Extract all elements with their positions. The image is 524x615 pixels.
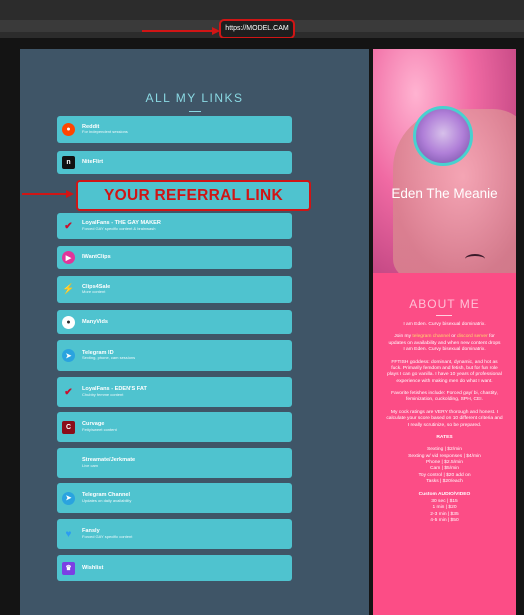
about-bio: FFTISH goddess: dominant, dynamic, and h…	[387, 359, 502, 384]
telegram-channel-link[interactable]: telegram channel	[412, 334, 450, 339]
about-fetishes: Favorite fetishes include: Forced gay/ b…	[391, 391, 498, 403]
rates-heading: RATES	[436, 434, 453, 440]
link-subtitle: Forced GAY specific content & brainwash	[82, 225, 156, 231]
iwantclips-icon: ▶	[62, 251, 75, 264]
join-prefix: Join my	[394, 334, 412, 340]
referral-link-button[interactable]: YOUR REFERRAL LINK	[76, 180, 311, 211]
telegram-icon: ➤	[62, 491, 75, 505]
link-button-telegram-id[interactable]: ➤ Telegram ID Sexting, phone, cam session…	[57, 340, 292, 371]
link-subtitle: Live cam	[82, 462, 99, 468]
niteflirt-icon: n	[62, 156, 75, 169]
link-title: Wishlist	[82, 564, 104, 571]
link-button-wishlist[interactable]: ♛ Wishlist	[57, 555, 292, 581]
profile-panel: Eden The Meanie ABOUT ME I am Eden. Curv…	[373, 49, 516, 615]
link-subtitle: For independent sessions	[82, 129, 128, 135]
url-address-field[interactable]: https://MODEL.CAM	[219, 19, 295, 39]
clips4sale-icon: ⚡	[62, 284, 75, 295]
link-subtitle: Chubby femme content	[82, 391, 124, 397]
link-subtitle: Updates on daily availability	[82, 497, 132, 503]
link-subtitle: Fetty/sweet content	[82, 426, 117, 432]
about-cock-ratings: My cock ratings are VERY thorough and ho…	[386, 409, 503, 428]
link-button-loyalfans-edens-fat[interactable]: ✔ LoyalFans - EDEN'S FAT Chubby femme con…	[57, 377, 292, 407]
link-title: IWantClips	[82, 254, 111, 261]
link-button-manyvids[interactable]: ● ManyVids	[57, 310, 292, 334]
telegram-icon: ➤	[62, 349, 75, 362]
profile-hero-image: Eden The Meanie	[373, 49, 516, 273]
about-heading: ABOUT ME	[409, 297, 480, 311]
about-divider	[436, 315, 452, 316]
reddit-icon: ●	[62, 123, 75, 136]
links-heading: ALL MY LINKS	[145, 91, 244, 105]
annotation-arrow-icon	[22, 190, 74, 198]
about-join: Join my telegram channel or discord serv…	[386, 334, 503, 353]
rates-list: Sexting | $2/min Sexting w/ vid response…	[386, 447, 503, 485]
link-button-loyalfans-gay-maker[interactable]: ✔ LoyalFans - THE GAY MAKER Forced GAY sp…	[57, 213, 292, 239]
avatar	[413, 106, 473, 166]
link-subtitle: Forced GAY specific content	[82, 533, 133, 539]
link-subtitle: Sexting, phone, cam sessions	[82, 355, 136, 361]
link-button-clips4sale[interactable]: ⚡ Clips4Sale More content	[57, 276, 292, 303]
loyalfans-icon: ✔	[64, 386, 73, 398]
curvage-icon: C	[62, 420, 75, 434]
link-button-streamate-jerkmate[interactable]: Streamate/Jerkmate Live cam	[57, 448, 292, 478]
about-text: I am Eden. Curvy bisexual dominatrix. Jo…	[386, 322, 503, 530]
link-button-telegram-channel[interactable]: ➤ Telegram Channel Updates on daily avail…	[57, 483, 292, 513]
fansly-icon: ♥	[65, 528, 72, 540]
loyalfans-icon: ✔	[64, 220, 73, 232]
link-title: NiteFlirt	[82, 159, 104, 166]
custom-heading: Custom AUDIO/VIDEO	[418, 491, 471, 497]
link-button-reddit[interactable]: ● Reddit For independent sessions	[57, 116, 292, 143]
link-button-curvage[interactable]: C Curvage Fetty/sweet content	[57, 412, 292, 442]
link-subtitle: More content	[82, 289, 106, 295]
annotation-arrow-icon	[142, 27, 220, 35]
tattoo-decoration	[465, 254, 485, 264]
manyvids-icon: ●	[62, 315, 75, 329]
heading-divider	[189, 111, 201, 112]
link-button-fansly[interactable]: ♥ Fansly Forced GAY specific content	[57, 519, 292, 549]
about-intro: I am Eden. Curvy bisexual dominatrix.	[403, 322, 486, 327]
profile-name: Eden The Meanie	[391, 186, 498, 201]
link-title: ManyVids	[82, 318, 109, 325]
wishlist-icon: ♛	[62, 561, 75, 575]
custom-rate-item: 4-5 min | $50	[430, 518, 459, 523]
discord-server-link[interactable]: discord server	[457, 334, 488, 339]
link-button-iwantclips[interactable]: ▶ IWantClips	[57, 246, 292, 269]
about-intro-2: I am Eden. Curvy bisexual dominatrix.	[403, 347, 486, 353]
rate-item: Tasks | $20/each	[426, 479, 463, 485]
custom-rates-list: 30 sec | $15 1 min | $20 2-3 min | $35 4…	[386, 499, 503, 525]
join-or: or	[451, 334, 456, 340]
link-button-niteflirt[interactable]: n NiteFlirt	[57, 151, 292, 174]
